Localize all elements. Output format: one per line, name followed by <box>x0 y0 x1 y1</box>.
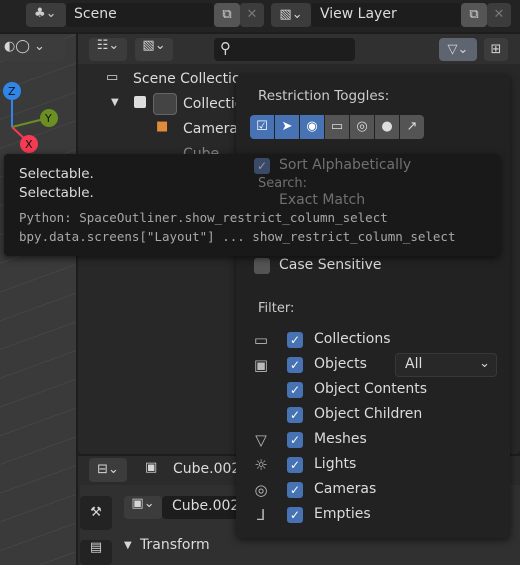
object-name-field[interactable]: Cube.002 <box>162 496 242 519</box>
object-icon: ▣ <box>253 356 269 374</box>
search-icon: ⚲ <box>220 39 231 57</box>
copy-view-layer-button[interactable]: ⧉ <box>461 3 487 27</box>
svg-text:X: X <box>25 138 33 151</box>
filter-checkbox[interactable]: ✓ <box>287 482 303 498</box>
filter-checkbox[interactable]: ✓ <box>287 382 303 398</box>
case-sensitive-label: Case Sensitive <box>279 257 382 273</box>
close-scene-button[interactable]: ✕ <box>240 3 264 27</box>
transform-panel-header[interactable]: Transform <box>140 537 210 553</box>
filter-label: Cameras <box>314 481 377 497</box>
toggle-checkbox-icon[interactable]: ☑ <box>250 115 274 139</box>
mesh-icon: ▽ <box>255 431 267 449</box>
filter-label: Collections <box>314 331 391 347</box>
collection-icon: ▭ <box>106 70 119 85</box>
expand-icon[interactable]: ▼ <box>111 97 119 108</box>
scene-type-button[interactable]: ♣⌄ <box>26 3 66 27</box>
scene-field[interactable]: Scene <box>66 3 214 27</box>
scene-icon: ♣⌄ <box>34 6 57 21</box>
filter-label: Object Children <box>314 406 423 422</box>
filter-label: Filter: <box>258 301 295 316</box>
tooltip: Selectable. Selectable. Python: SpaceOut… <box>4 154 500 256</box>
filter-checkbox[interactable]: ✓ <box>287 357 303 373</box>
objects-filter-dropdown[interactable]: All ⌄ <box>395 353 497 377</box>
filter-label: Lights <box>314 456 357 472</box>
toggle-eye-icon[interactable]: ◉ <box>300 115 324 139</box>
search-input[interactable]: ⚲ <box>214 38 355 61</box>
toggle-monitor-icon[interactable]: ▭ <box>325 115 349 139</box>
filter-label: Objects <box>314 356 367 372</box>
shading-buttons[interactable]: ◐◯ ⌄ <box>0 37 65 61</box>
filter-checkbox[interactable]: ✓ <box>287 507 303 523</box>
filter-label: Meshes <box>314 431 367 447</box>
search-label: Search: <box>258 176 308 191</box>
restriction-toggles-label: Restriction Toggles: <box>258 88 390 104</box>
scene-collection-row[interactable]: Scene Collection <box>133 71 249 87</box>
toggle-indirect-only-icon[interactable]: ↗ <box>400 115 424 139</box>
close-view-layer-button[interactable]: ✕ <box>487 3 511 27</box>
editor-type-button[interactable]: ⊟⌄ <box>89 458 127 482</box>
toggle-cursor-icon[interactable]: ➤ <box>275 115 299 139</box>
filter-checkbox[interactable]: ✓ <box>287 407 303 423</box>
collection-icon: ▭ <box>253 331 269 349</box>
svg-text:Z: Z <box>8 85 16 98</box>
filter-type-button[interactable]: ▧⌄ <box>135 38 173 61</box>
view-layer-field[interactable]: View Layer <box>311 3 461 27</box>
filter-checkbox[interactable]: ✓ <box>287 432 303 448</box>
collection-checkbox[interactable] <box>134 96 146 108</box>
navigation-gizmo[interactable]: Z Y X <box>0 80 70 155</box>
view-layer-icon[interactable]: ▧⌄ <box>271 3 311 27</box>
case-sensitive-checkbox[interactable] <box>254 258 270 274</box>
object-icon: ▣ <box>145 460 158 475</box>
sort-alphabetically-checkbox[interactable]: ✓ <box>254 158 270 174</box>
panel-collapse-icon[interactable]: ▼ <box>124 540 132 551</box>
camera-icon: ■ <box>156 119 169 134</box>
display-mode-button[interactable]: ☷⌄ <box>89 38 127 61</box>
new-collection-button[interactable]: ⊞ <box>484 38 508 61</box>
camera-row[interactable]: Camera <box>183 121 238 137</box>
object-data-button[interactable]: ▣⌄ <box>124 496 162 519</box>
funnel-icon: ▽⌄ <box>447 42 469 57</box>
light-icon: ☼ <box>254 456 268 474</box>
tool-tab-icon[interactable]: ⚒ <box>80 496 112 530</box>
toggle-camera-icon[interactable]: ◎ <box>350 115 374 139</box>
filter-checkbox[interactable]: ✓ <box>287 332 303 348</box>
camera-icon: ◎ <box>254 481 268 499</box>
filter-checkbox[interactable]: ✓ <box>287 457 303 473</box>
collection-icon <box>153 93 177 115</box>
filter-button[interactable]: ▽⌄ <box>439 38 477 61</box>
exact-match-label[interactable]: Exact Match <box>279 192 365 208</box>
render-tab-icon[interactable]: ▤ <box>80 540 112 565</box>
filter-popup: Restriction Toggles: ☑ ➤ ◉ ▭ ◎ ● ↗ ✓ Sort Alph… <box>236 75 510 538</box>
empty-icon: ⅃ <box>256 506 266 524</box>
chevron-down-icon: ⌄ <box>479 356 490 371</box>
filter-label: Empties <box>314 506 371 522</box>
copy-scene-button[interactable]: ⧉ <box>214 3 240 27</box>
filter-label: Object Contents <box>314 381 428 397</box>
toggle-holdout-icon[interactable]: ● <box>375 115 399 139</box>
sort-alphabetically-label: Sort Alphabetically <box>279 157 412 173</box>
svg-text:Y: Y <box>44 112 52 125</box>
